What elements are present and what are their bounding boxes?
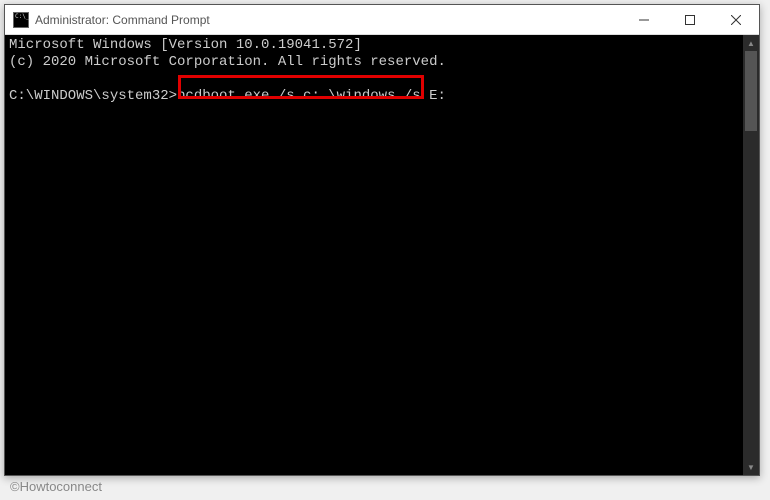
scrollbar-thumb[interactable]: [745, 51, 757, 131]
prompt-path: C:\WINDOWS\system32>: [9, 88, 177, 104]
terminal-output: Microsoft Windows [Version 10.0.19041.57…: [5, 35, 759, 107]
copyright-line: (c) 2020 Microsoft Corporation. All righ…: [9, 54, 446, 70]
cmd-icon: [13, 12, 29, 28]
vertical-scrollbar[interactable]: ▲ ▼: [743, 35, 759, 475]
watermark-text: ©Howtoconnect: [10, 479, 102, 494]
minimize-button[interactable]: [621, 5, 667, 34]
window-controls: [621, 5, 759, 34]
version-line: Microsoft Windows [Version 10.0.19041.57…: [9, 37, 362, 53]
command-prompt-window: Administrator: Command Prompt Microsoft …: [4, 4, 760, 476]
typed-command: bcdboot.exe /s c: \windows /s E:: [177, 88, 446, 104]
maximize-button[interactable]: [667, 5, 713, 34]
terminal-area[interactable]: Microsoft Windows [Version 10.0.19041.57…: [5, 35, 759, 475]
scroll-up-arrow[interactable]: ▲: [743, 35, 759, 51]
titlebar[interactable]: Administrator: Command Prompt: [5, 5, 759, 35]
close-button[interactable]: [713, 5, 759, 34]
window-title: Administrator: Command Prompt: [35, 13, 621, 27]
scroll-down-arrow[interactable]: ▼: [743, 459, 759, 475]
